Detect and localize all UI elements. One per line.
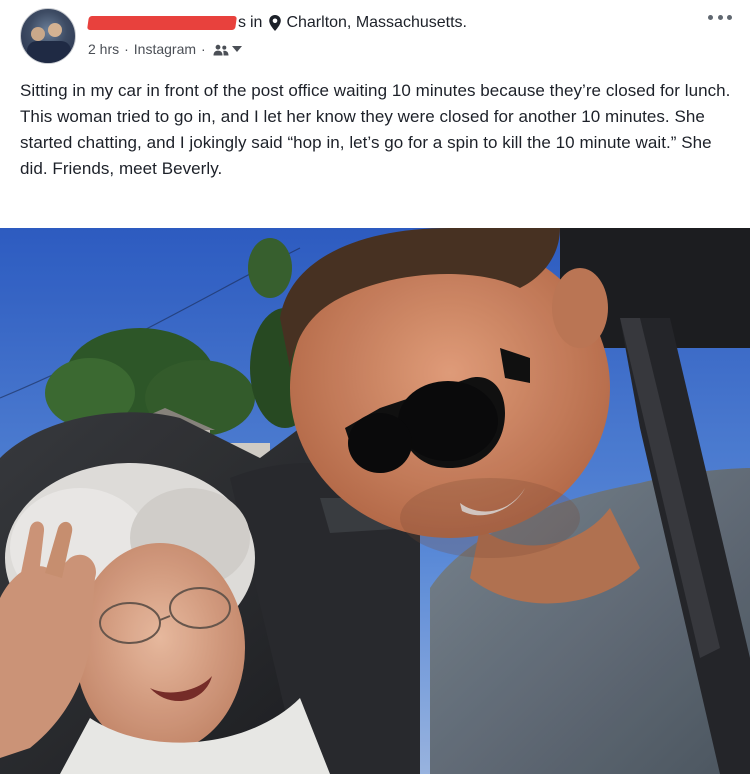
- location-link[interactable]: Charlton, Massachusetts.: [286, 14, 467, 32]
- author-name-suffix[interactable]: s: [238, 14, 246, 32]
- facebook-post: s in Charlton, Massachusetts. 2 hrs · In…: [0, 0, 750, 774]
- post-source[interactable]: Instagram: [134, 41, 196, 57]
- author-avatar[interactable]: [20, 8, 76, 64]
- post-meta: 2 hrs · Instagram ·: [88, 40, 242, 58]
- post-photo[interactable]: [0, 228, 750, 774]
- meta-separator: ·: [201, 41, 206, 57]
- post-header: s in Charlton, Massachusetts. 2 hrs · In…: [0, 0, 750, 70]
- audience-dropdown-icon[interactable]: [231, 46, 242, 52]
- redacted-author-name: [87, 16, 237, 30]
- in-label: in: [250, 14, 263, 31]
- post-time[interactable]: 2 hrs: [88, 41, 119, 57]
- more-options-icon[interactable]: [708, 12, 732, 22]
- author-line: s in Charlton, Massachusetts.: [87, 12, 467, 34]
- location-pin-icon: [268, 14, 282, 32]
- meta-separator: ·: [124, 41, 129, 57]
- selfie-photo-illustration: [0, 228, 750, 774]
- post-text: Sitting in my car in front of the post o…: [20, 81, 731, 178]
- friends-icon[interactable]: [213, 43, 229, 56]
